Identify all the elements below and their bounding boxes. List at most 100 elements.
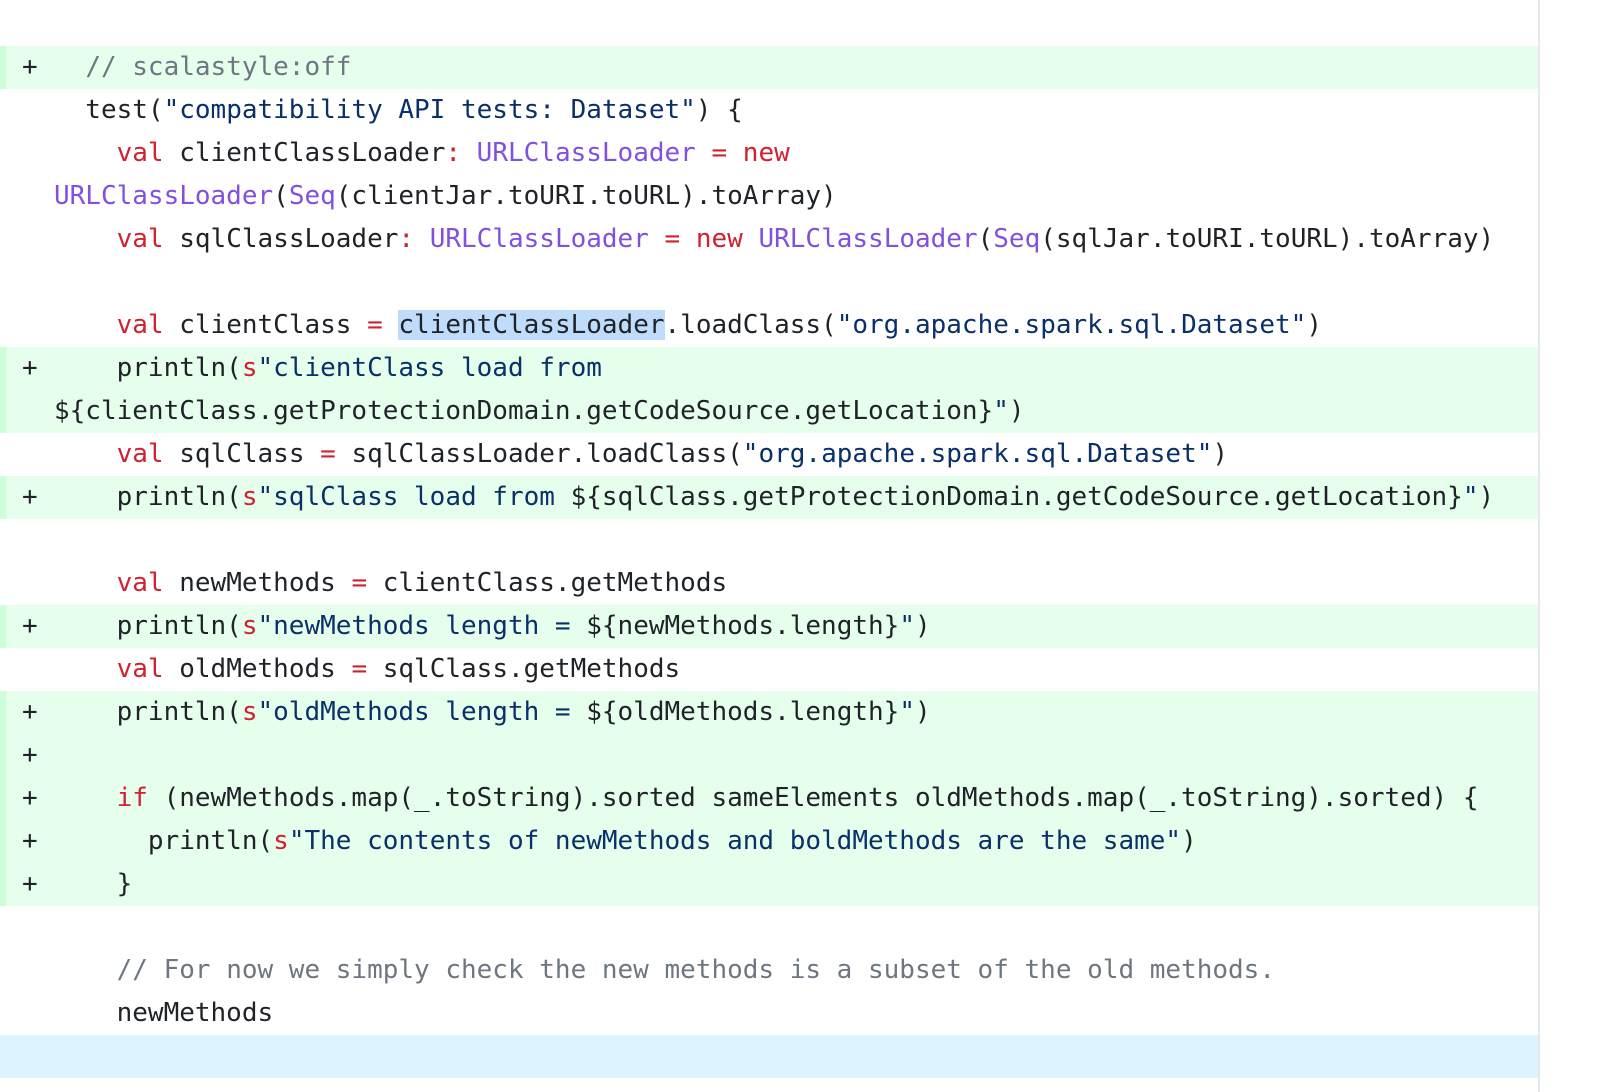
code-token: " xyxy=(993,396,1009,426)
code-token: val xyxy=(116,439,164,469)
code-line: if (newMethods.map(_.toString).sorted sa… xyxy=(54,777,1479,820)
diff-line-context: val clientClass = clientClassLoader.load… xyxy=(0,304,1538,347)
code-token: ${sqlClass.getProtectionDomain.getCodeSo… xyxy=(570,482,1463,512)
code-token: = xyxy=(711,138,728,168)
code-token: Seq xyxy=(288,181,336,211)
diff-code-view: + // scalastyle:off test("compatibility … xyxy=(0,46,1538,1078)
diff-marker: + xyxy=(22,611,38,641)
code-token: ( xyxy=(977,224,994,254)
code-token: ) xyxy=(914,611,931,641)
code-token: = xyxy=(367,310,383,340)
diff-line-context: val sqlClass = sqlClassLoader.loadClass(… xyxy=(0,433,1538,476)
code-line: ${clientClass.getProtectionDomain.getCod… xyxy=(54,390,1025,433)
code-token: println( xyxy=(54,353,242,383)
code-token: s xyxy=(241,697,258,727)
diff-marker: + xyxy=(22,869,38,899)
code-line: println(s"sqlClass load from ${sqlClass.… xyxy=(54,476,1495,519)
diff-line-context: newMethods xyxy=(0,992,1538,1035)
code-line: // For now we simply check the new metho… xyxy=(54,949,1275,992)
diff-line-context: val clientClassLoader: URLClassLoader = … xyxy=(0,132,1538,175)
diff-line-added: + } xyxy=(0,863,1538,906)
code-token: sqlClass xyxy=(163,439,321,469)
code-token: = xyxy=(320,439,336,469)
diff-line-context: test("compatibility API tests: Dataset")… xyxy=(0,89,1538,132)
code-token: val xyxy=(116,224,164,254)
code-token: if xyxy=(116,783,148,813)
code-token: ) xyxy=(1008,396,1025,426)
code-token: " xyxy=(899,697,915,727)
diff-line-added: ${clientClass.getProtectionDomain.getCod… xyxy=(0,390,1538,433)
diff-line-added: + println(s"sqlClass load from ${sqlClas… xyxy=(0,476,1538,519)
diff-marker: + xyxy=(22,826,38,856)
code-token: val xyxy=(116,310,164,340)
code-token: new xyxy=(742,138,790,168)
diff-line-context: val oldMethods = sqlClass.getMethods xyxy=(0,648,1538,691)
code-token: ) xyxy=(1212,439,1229,469)
code-token: URLClassLoader xyxy=(54,181,274,211)
code-token: .loadClass( xyxy=(664,310,837,340)
diff-marker: + xyxy=(22,353,38,383)
code-token: println( xyxy=(54,697,242,727)
code-token: ${clientClass.getProtectionDomain.getCod… xyxy=(54,396,994,426)
code-token: URLClassLoader xyxy=(429,224,649,254)
code-token: clientClassLoader xyxy=(163,138,446,168)
code-token: println( xyxy=(54,482,242,512)
code-line: val sqlClassLoader: URLClassLoader = new… xyxy=(54,218,1495,261)
diff-panel-border xyxy=(1538,0,1540,1092)
code-token: ${oldMethods.length} xyxy=(586,697,900,727)
code-line: newMethods xyxy=(54,992,274,1035)
code-token: sqlClassLoader xyxy=(163,224,399,254)
code-token: clientClass xyxy=(163,310,368,340)
code-token[interactable]: clientClassLoader xyxy=(398,310,665,340)
code-token: "org.apache.spark.sql.Dataset" xyxy=(836,310,1307,340)
code-line: URLClassLoader(Seq(clientJar.toURI.toURL… xyxy=(54,175,837,218)
diff-marker: + xyxy=(22,783,38,813)
code-token: s xyxy=(273,826,289,856)
code-token: Seq xyxy=(993,224,1041,254)
diff-line-added: + if (newMethods.map(_.toString).sorted … xyxy=(0,777,1538,820)
code-token: sqlClassLoader.loadClass( xyxy=(335,439,743,469)
code-token: ) { xyxy=(695,95,743,125)
code-token: ) xyxy=(914,697,931,727)
diff-line-context: // For now we simply check the new metho… xyxy=(0,949,1538,992)
code-line: val sqlClass = sqlClassLoader.loadClass(… xyxy=(54,433,1228,476)
diff-line-context: URLClassLoader(Seq(clientJar.toURI.toURL… xyxy=(0,175,1538,218)
code-line: } xyxy=(54,863,133,906)
code-token: : xyxy=(445,138,462,168)
diff-marker: + xyxy=(22,697,38,727)
code-token: newMethods xyxy=(163,568,352,598)
code-line: println(s"clientClass load from xyxy=(54,347,602,390)
code-token: // scalastyle:off xyxy=(85,52,352,82)
code-token: = xyxy=(664,224,681,254)
code-token: ${newMethods.length} xyxy=(586,611,900,641)
diff-hunk-separator[interactable] xyxy=(0,1035,1538,1078)
code-token: = xyxy=(351,568,368,598)
code-token: sqlClass.getMethods xyxy=(367,654,681,684)
code-token: URLClassLoader xyxy=(758,224,978,254)
code-line: // scalastyle:off xyxy=(54,46,351,89)
code-token: val xyxy=(116,138,164,168)
code-token: new xyxy=(695,224,743,254)
code-token: : xyxy=(398,224,415,254)
diff-line-added: + println(s"newMethods length = ${newMet… xyxy=(0,605,1538,648)
code-token: "org.apache.spark.sql.Dataset" xyxy=(742,439,1213,469)
diff-marker: + xyxy=(22,52,38,82)
code-token: "clientClass load from xyxy=(257,353,602,383)
code-token: = xyxy=(351,654,368,684)
diff-line-context xyxy=(0,519,1538,562)
code-token: (newMethods.map(_.toString).sorted sameE… xyxy=(147,783,1479,813)
code-token: oldMethods xyxy=(163,654,352,684)
code-token: s xyxy=(241,353,258,383)
code-line: test("compatibility API tests: Dataset")… xyxy=(54,89,743,132)
